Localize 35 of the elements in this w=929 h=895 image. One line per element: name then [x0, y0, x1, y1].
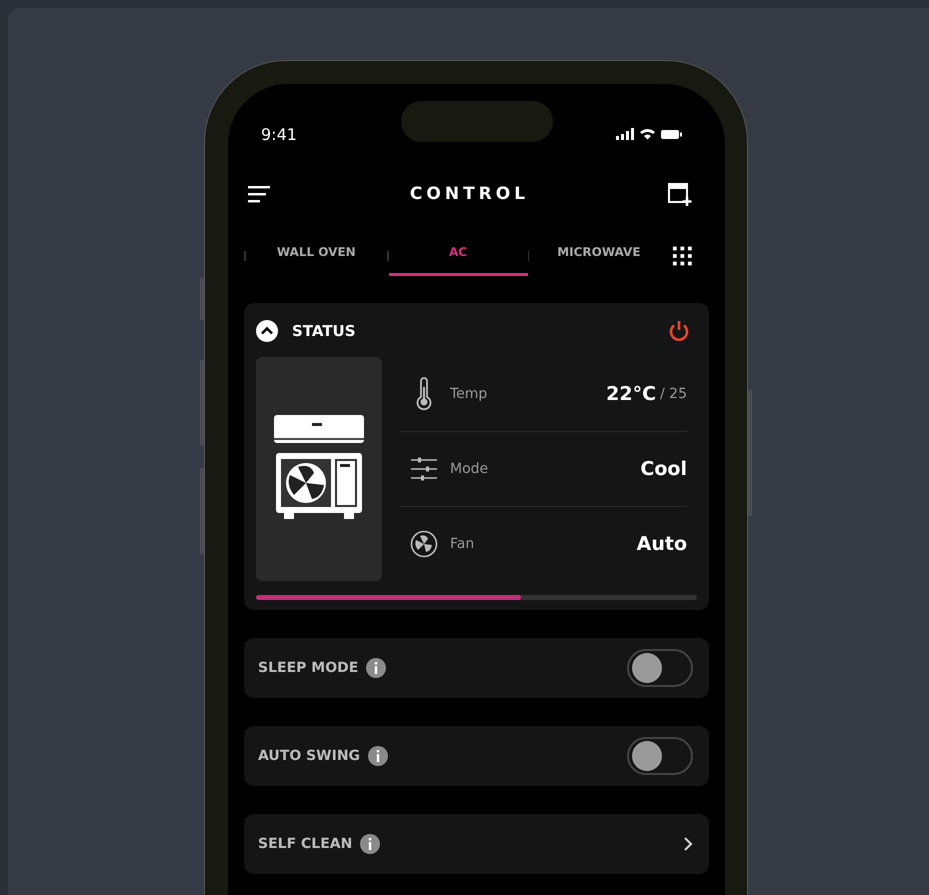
status-title: STATUS [292, 322, 356, 340]
menu-icon[interactable] [248, 185, 272, 203]
reading-value: Cool [640, 458, 687, 480]
info-icon[interactable] [360, 834, 380, 854]
reading-target: / 25 [660, 386, 687, 402]
status-time: 9:41 [261, 124, 297, 144]
setting-label: SLEEP MODE [258, 660, 358, 676]
signal-icon [616, 128, 634, 140]
device-tab[interactable]: MICROWAVE [529, 235, 668, 276]
device-tab[interactable]: AC [388, 235, 528, 276]
setting-row[interactable]: SLEEP MODE [244, 638, 709, 698]
reading-label: Fan [450, 536, 476, 552]
reading-value: 22°C [606, 383, 656, 405]
power-icon[interactable] [667, 319, 691, 343]
setting-label: SELF CLEAN [258, 836, 352, 852]
setting-row[interactable]: AUTO SWING [244, 726, 709, 786]
reading-label: Temp [450, 386, 488, 402]
battery-icon [661, 130, 682, 138]
info-icon[interactable] [368, 746, 388, 766]
reading-value: Auto [636, 533, 687, 555]
info-icon[interactable] [366, 658, 386, 678]
chevron-right-icon[interactable] [683, 836, 693, 852]
toggle-switch[interactable] [627, 737, 693, 775]
setting-label: AUTO SWING [258, 748, 360, 764]
toggle-switch[interactable] [627, 649, 693, 687]
device-tab[interactable]: WALL OVEN [246, 235, 387, 276]
wifi-icon [640, 128, 655, 140]
fan-icon [410, 530, 438, 558]
reading-label: Mode [450, 461, 490, 477]
page-title: CONTROL [410, 184, 530, 204]
sliders-icon [410, 456, 438, 482]
collapse-icon[interactable] [256, 320, 278, 342]
add-device-icon[interactable] [666, 181, 693, 207]
setting-row[interactable]: SELF CLEAN [244, 814, 709, 874]
grid-icon[interactable] [672, 244, 693, 266]
